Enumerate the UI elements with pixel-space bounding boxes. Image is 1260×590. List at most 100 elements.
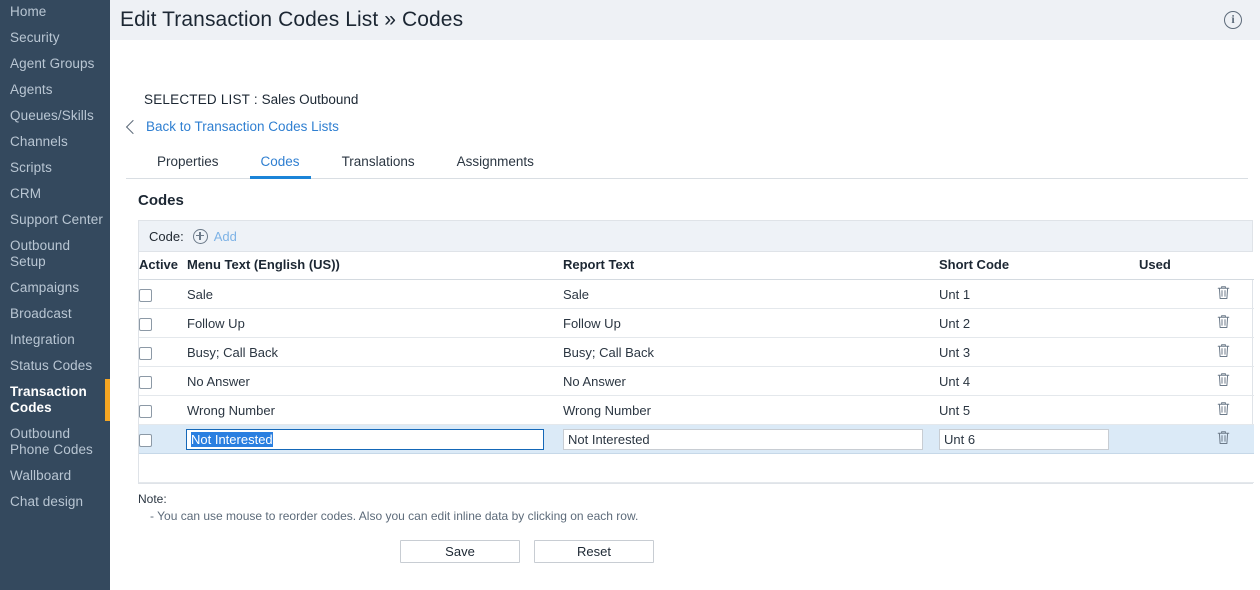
table-row[interactable]: Follow Up Follow Up Unt 2 [139,309,1254,338]
cell-delete [1217,425,1254,454]
cell-menu-text: Busy; Call Back [187,338,563,367]
note-text: - You can use mouse to reorder codes. Al… [150,509,1248,523]
info-icon[interactable]: i [1224,11,1242,29]
note-title: Note: [138,492,1248,506]
trash-icon[interactable] [1217,285,1230,300]
table-header-row: Active Menu Text (English (US)) Report T… [139,252,1254,280]
codes-table-header: Active Menu Text (English (US)) Report T… [139,252,1254,280]
tab-translations[interactable]: Translations [321,148,436,178]
report-text-input[interactable]: Not Interested [563,429,923,450]
sidebar-item-broadcast[interactable]: Broadcast [0,301,110,327]
cell-menu-text: No Answer [187,367,563,396]
main-content: Edit Transaction Codes List » Codes i SE… [110,0,1260,590]
sidebar-item-status-codes[interactable]: Status Codes [0,353,110,379]
report-text-input-value: Not Interested [568,432,650,447]
tab-properties[interactable]: Properties [136,148,240,178]
page-title: Edit Transaction Codes List » Codes [120,8,463,32]
trash-icon[interactable] [1217,343,1230,358]
selected-list-value: Sales Outbound [262,92,359,107]
sidebar-item-queues-skills[interactable]: Queues/Skills [0,103,110,129]
table-row[interactable]: SaleSaleUnt 1 [139,280,1254,309]
sidebar-item-label: Integration [10,332,75,347]
column-header-used: Used [1139,252,1217,280]
cell-short-code: Unt 1 [939,280,1139,309]
menu-text-input-value: Not Interested [191,432,273,447]
cell-report-text: Sale [563,280,939,309]
note-block: Note: - You can use mouse to reorder cod… [138,492,1248,523]
active-checkbox[interactable] [139,434,152,447]
active-checkbox[interactable] [139,405,152,418]
selected-list: SELECTED LIST : Sales Outbound [126,92,1248,107]
menu-text-value: Sale [187,287,213,302]
table-row[interactable]: No AnswerNo AnswerUnt 4 [139,367,1254,396]
back-to-lists-link[interactable]: Back to Transaction Codes Lists [126,119,1248,134]
reset-button[interactable]: Reset [534,540,654,563]
sidebar-item-campaigns[interactable]: Campaigns [0,275,110,301]
trash-icon[interactable] [1217,401,1230,416]
cell-short-code: Unt 6 [939,425,1139,454]
sidebar-item-scripts[interactable]: Scripts [0,155,110,181]
trash-icon-svg [1217,430,1230,445]
tab-codes[interactable]: Codes [240,148,321,178]
selected-list-label: SELECTED LIST : [144,92,258,107]
save-button[interactable]: Save [400,540,520,563]
active-checkbox[interactable] [139,376,152,389]
cell-short-code: Unt 2 [939,309,1139,338]
trash-icon-svg [1217,343,1230,358]
sidebar-item-integration[interactable]: Integration [0,327,110,353]
trash-icon[interactable] [1217,314,1230,329]
sidebar-item-home[interactable]: Home [0,0,110,25]
cell-used [1139,396,1217,425]
short-code-input-value: Unt 6 [944,432,975,447]
tab-label: Properties [157,154,219,169]
sidebar-item-support-center[interactable]: Support Center [0,207,110,233]
report-text-value: Follow Up [563,316,621,331]
report-text-value: No Answer [563,374,626,389]
table-row[interactable]: Wrong NumberWrong NumberUnt 5 [139,396,1254,425]
sidebar-item-wallboard[interactable]: Wallboard [0,463,110,489]
sidebar-item-crm[interactable]: CRM [0,181,110,207]
app-root: Home Security Agent Groups Agents Queues/Ski… [0,0,1260,590]
cell-menu-text: Sale [187,280,563,309]
codes-table: Active Menu Text (English (US)) Report T… [139,252,1254,483]
active-checkbox[interactable] [139,289,152,302]
active-checkbox[interactable] [139,318,152,331]
menu-text-input[interactable]: Not Interested [186,429,544,450]
sidebar-item-label: Security [10,30,60,45]
menu-text-value: Follow Up [187,316,245,331]
trash-icon[interactable] [1217,430,1230,445]
tab-assignments[interactable]: Assignments [436,148,555,178]
table-row[interactable]: Busy; Call BackBusy; Call Back Unt 3 [139,338,1254,367]
sidebar-item-label: Scripts [10,160,52,175]
cell-delete [1217,309,1254,338]
sidebar-item-label: Agents [10,82,53,97]
plus-circle-icon[interactable] [193,229,208,244]
active-checkbox[interactable] [139,347,152,360]
sidebar-item-agents[interactable]: Agents [0,77,110,103]
column-header-delete [1217,252,1254,280]
empty-cell [139,454,1254,483]
add-code-link[interactable]: Add [214,229,237,244]
table-empty-row [139,454,1254,483]
sidebar-item-label: Status Codes [10,358,92,373]
sidebar-item-transaction-codes[interactable]: Transaction Codes [0,379,110,421]
sidebar-item-outbound-phone-codes[interactable]: Outbound Phone Codes [0,421,110,463]
cell-menu-text: Not Interested [187,425,563,454]
cell-active [139,309,187,338]
report-text-value: Busy; Call Back [563,345,654,360]
sidebar-item-outbound-setup[interactable]: Outbound Setup [0,233,110,275]
tab-label: Codes [261,154,300,169]
sidebar-item-agent-groups[interactable]: Agent Groups [0,51,110,77]
codes-panel: Code: Add Active Menu Text (English (US)… [138,220,1253,484]
cell-delete [1217,338,1254,367]
trash-icon[interactable] [1217,372,1230,387]
short-code-input[interactable]: Unt 6 [939,429,1109,450]
sidebar-item-label: Support Center [10,212,103,227]
sidebar-item-chat-design[interactable]: Chat design [0,489,110,515]
sidebar-item-channels[interactable]: Channels [0,129,110,155]
cell-short-code: Unt 5 [939,396,1139,425]
cell-delete [1217,280,1254,309]
short-code-value: Unt 3 [939,345,970,360]
sidebar-item-security[interactable]: Security [0,25,110,51]
table-row[interactable]: Not Interested Not Interested Unt 6 [139,425,1254,454]
